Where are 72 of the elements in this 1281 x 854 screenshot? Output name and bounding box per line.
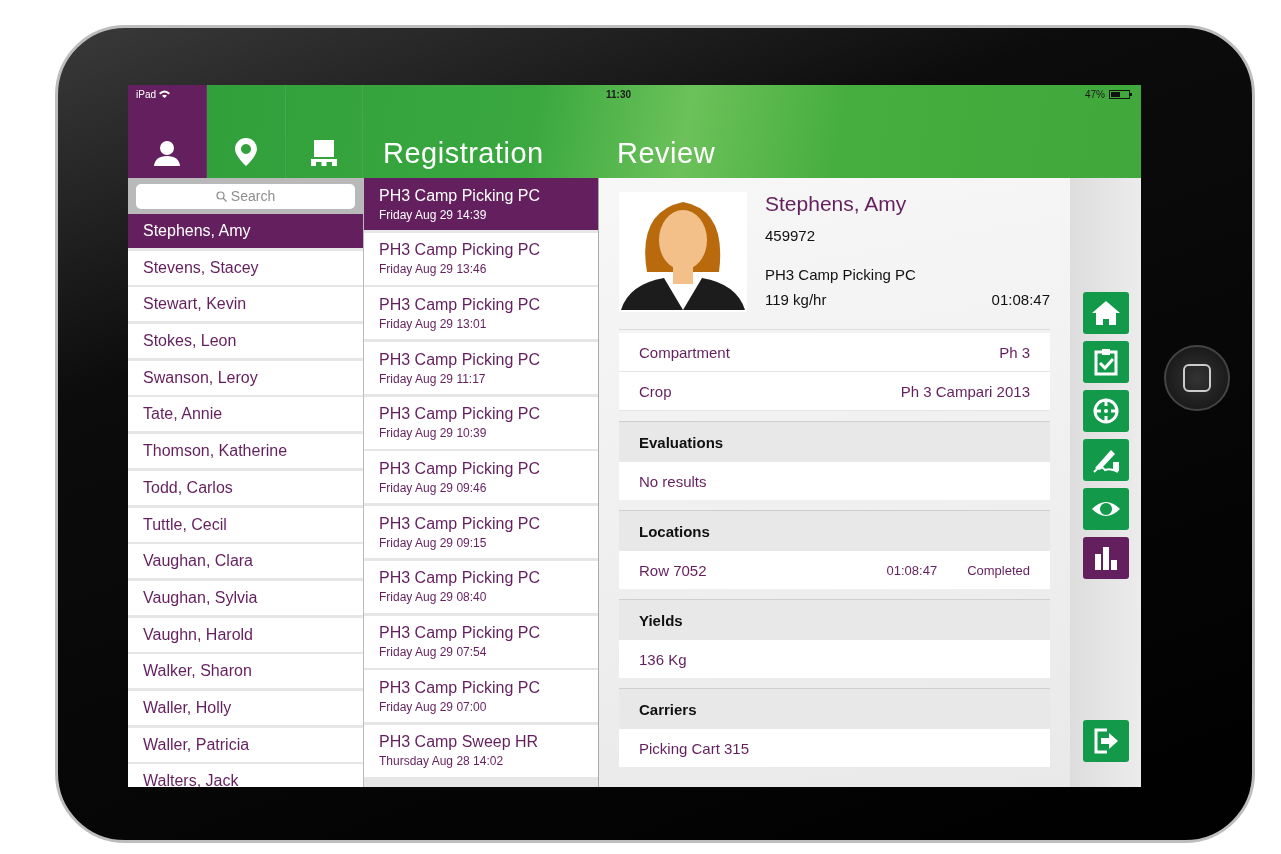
person-list-item[interactable]: Stewart, Kevin	[128, 287, 363, 322]
session-time: Friday Aug 29 13:01	[379, 316, 488, 331]
person-list-item[interactable]: Stokes, Leon	[128, 324, 363, 359]
session-list-item[interactable]: PH3 Camp Picking PC Friday Aug 29 13:46	[364, 232, 598, 285]
session-title: PH3 Camp Picking PC	[379, 678, 541, 697]
session-title: PH3 Camp Picking PC	[379, 241, 541, 260]
session-list-item[interactable]: PH3 Camp Picking PC Friday Aug 29 13:01	[364, 287, 598, 340]
detail-value: Ph 3	[999, 343, 1030, 361]
section-header: Carriers	[619, 688, 1050, 729]
session-list-item[interactable]: PH3 Camp Picking PC Friday Aug 29 11:17	[364, 342, 598, 395]
session-list-item[interactable]: PH3 Camp Picking PC Friday Aug 29 09:46	[364, 451, 598, 504]
session-time: Friday Aug 29 08:40	[379, 590, 488, 605]
session-title: PH3 Camp Picking PC	[379, 405, 541, 424]
detail-label: Compartment	[639, 343, 730, 361]
clock-time: 11:30	[606, 88, 633, 100]
person-list-item[interactable]: Swanson, Leroy	[128, 360, 363, 395]
person-list-item[interactable]: Tate, Annie	[128, 397, 363, 432]
person-list-item[interactable]: Thomson, Katherine	[128, 434, 363, 469]
row-text: No results	[639, 472, 708, 490]
person-list-item[interactable]: Stephens, Amy	[128, 214, 363, 248]
section-header: Locations	[619, 510, 1050, 551]
person-list-item[interactable]: Todd, Carlos	[128, 470, 363, 505]
section-header: Yields	[619, 599, 1050, 640]
session-name: PH3 Camp Picking PC	[765, 266, 917, 283]
session-list-item[interactable]: PH3 Camp Picking PC Friday Aug 29 09:15	[364, 506, 598, 559]
section-header: Evaluations	[619, 421, 1050, 462]
person-list-item[interactable]: Tuttle, Cecil	[128, 507, 363, 542]
session-list-item[interactable]: PH3 Camp Picking PC Friday Aug 29 10:39	[364, 396, 598, 449]
duration: 01:08:47	[991, 291, 1050, 308]
row-text: Row 7052	[639, 561, 708, 579]
session-list-item[interactable]: PH3 Camp Picking PC Friday Aug 29 08:40	[364, 560, 598, 613]
session-list-item[interactable]: PH3 Camp Sweep HR Thursday Aug 28 14:02	[364, 724, 598, 777]
row-text: 136 Kg	[639, 650, 688, 668]
session-time: Friday Aug 29 07:00	[379, 699, 488, 714]
session-title: PH3 Camp Picking PC	[379, 624, 541, 642]
session-title: PH3 Camp Picking PC	[379, 569, 541, 588]
person-list-item[interactable]: Vaughan, Sylvia	[128, 580, 363, 615]
session-title: PH3 Camp Picking PC	[379, 514, 541, 533]
session-title: PH3 Camp Sweep HR	[379, 733, 540, 752]
session-time: Friday Aug 29 11:17	[379, 371, 487, 386]
person-list-item[interactable]: Stevens, Stacey	[128, 250, 363, 285]
person-list-item[interactable]: Waller, Patricia	[128, 727, 363, 762]
row-status: Completed	[967, 562, 1030, 578]
person-list-item[interactable]: Vaughan, Clara	[128, 544, 363, 579]
person-list-item[interactable]: Walker, Sharon	[128, 654, 363, 689]
person-list-item[interactable]: Vaughn, Harold	[128, 617, 363, 652]
session-time: Friday Aug 29 14:39	[379, 207, 488, 222]
employee-id: 459972	[765, 227, 817, 244]
session-title: PH3 Camp Picking PC	[379, 350, 541, 369]
session-time: Friday Aug 29 10:39	[379, 426, 488, 441]
row-text: Picking Cart 315	[639, 739, 751, 757]
detail-label: Crop	[639, 382, 672, 400]
device-label: iPad	[136, 88, 156, 100]
session-list-item[interactable]: PH3 Camp Picking PC Friday Aug 29 07:54	[364, 615, 598, 668]
row-time: 01:08:47	[886, 562, 938, 578]
session-title: PH3 Camp Picking PC	[379, 459, 541, 478]
session-time: Friday Aug 29 13:46	[379, 262, 488, 277]
session-time: Thursday Aug 28 14:02	[379, 754, 505, 769]
detail-value: Ph 3 Campari 2013	[900, 382, 1030, 400]
battery-percent: 47%	[1085, 88, 1105, 100]
person-list-item[interactable]: Waller, Holly	[128, 690, 363, 725]
review-title: Review	[617, 137, 716, 170]
session-time: Friday Aug 29 09:15	[379, 535, 488, 550]
session-title: PH3 Camp Picking PC	[379, 295, 541, 314]
pick-rate: 119 kg/hr	[765, 291, 827, 308]
session-time: Friday Aug 29 07:54	[379, 645, 488, 659]
session-list-item[interactable]: PH3 Camp Picking PC Friday Aug 29 07:00	[364, 670, 598, 723]
session-title: PH3 Camp Picking PC	[379, 186, 541, 205]
session-list-item[interactable]: PH3 Camp Picking PC Friday Aug 29 14:39	[364, 178, 598, 230]
employee-name: Stephens, Amy	[765, 192, 908, 216]
registration-title: Registration	[383, 137, 544, 170]
session-time: Friday Aug 29 09:46	[379, 480, 488, 495]
